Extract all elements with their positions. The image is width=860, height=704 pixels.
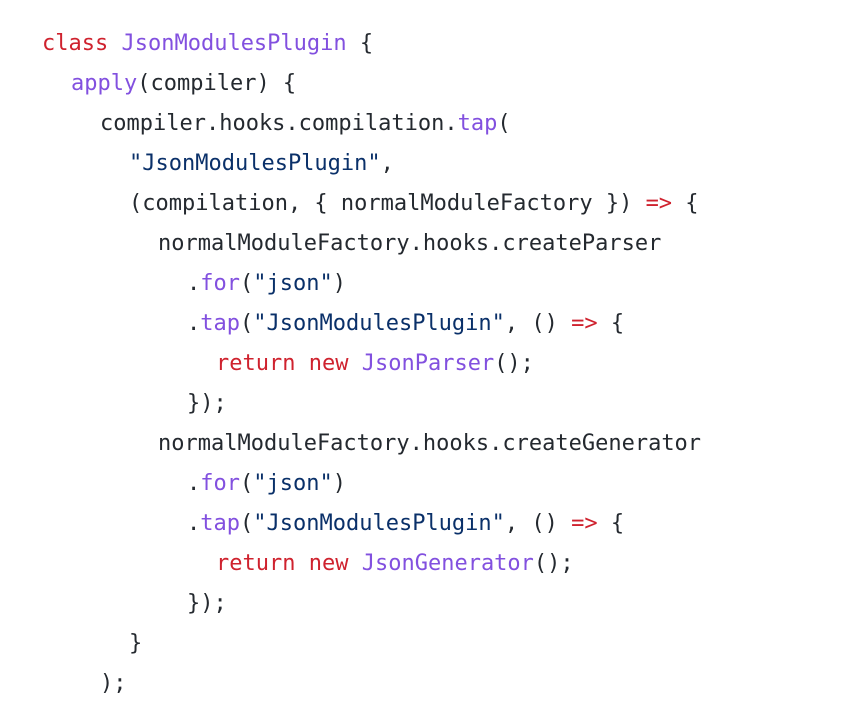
code-line: }); xyxy=(42,584,842,624)
code-token-plain: ) xyxy=(332,471,346,496)
code-token-plain: , () xyxy=(504,311,572,336)
code-line: ); xyxy=(42,664,842,704)
code-token-plain: (compiler) { xyxy=(137,71,297,96)
code-token-plain: normalModuleFactory.hooks.createGenerato… xyxy=(158,431,702,456)
code-token-plain: { xyxy=(597,511,625,536)
code-token-string: "JsonModulesPlugin" xyxy=(253,311,505,336)
code-token-plain: , xyxy=(380,151,394,176)
code-token-plain: ) xyxy=(332,271,346,296)
code-token-plain: }); xyxy=(187,591,227,616)
code-token-string: "JsonModulesPlugin" xyxy=(129,151,381,176)
code-token-plain: compiler.hooks.compilation. xyxy=(100,111,458,136)
code-token-function: JsonParser xyxy=(361,351,495,376)
code-token-plain: ( xyxy=(240,311,254,336)
code-token-plain: (compilation, { normalModuleFactory }) xyxy=(129,191,646,216)
code-line: return new JsonGenerator(); xyxy=(42,544,842,584)
code-token-function: tap xyxy=(200,311,240,336)
code-token-function: JsonGenerator xyxy=(361,551,534,576)
code-token-keyword: => xyxy=(645,191,673,216)
code-token-plain: . xyxy=(187,511,201,536)
code-line: } xyxy=(42,624,842,664)
code-line: return new JsonParser(); xyxy=(42,344,842,384)
code-token-string: "json" xyxy=(253,271,333,296)
code-line: compiler.hooks.compilation.tap( xyxy=(42,104,842,144)
code-line: (compilation, { normalModuleFactory }) =… xyxy=(42,184,842,224)
code-token-plain: , () xyxy=(504,511,572,536)
code-token-keyword: new xyxy=(308,551,349,576)
code-token-plain: normalModuleFactory.hooks.createParser xyxy=(158,231,662,256)
code-token-function: tap xyxy=(200,511,240,536)
code-token-keyword: => xyxy=(571,511,598,536)
code-token-string: "JsonModulesPlugin" xyxy=(253,511,505,536)
code-token-plain: { xyxy=(346,31,374,56)
code-token-plain: (); xyxy=(494,351,534,376)
code-token-plain: { xyxy=(597,311,625,336)
code-token-plain: ( xyxy=(240,471,254,496)
code-token-function: apply xyxy=(71,71,138,96)
code-token-string: "json" xyxy=(253,471,333,496)
code-token-plain: { xyxy=(672,191,699,216)
code-token-plain: ( xyxy=(497,111,511,136)
code-view: class JsonModulesPlugin {apply(compiler)… xyxy=(42,24,842,704)
code-line: .for("json") xyxy=(42,464,842,504)
code-line: apply(compiler) { xyxy=(42,64,842,104)
code-token-keyword: return xyxy=(216,551,296,576)
code-line: class JsonModulesPlugin { xyxy=(42,24,842,64)
code-token-plain: . xyxy=(187,311,201,336)
code-token-keyword: class xyxy=(42,31,109,56)
code-token-function: for xyxy=(200,471,240,496)
code-line: "JsonModulesPlugin", xyxy=(42,144,842,184)
code-token-plain: . xyxy=(187,471,201,496)
code-line: normalModuleFactory.hooks.createGenerato… xyxy=(42,424,842,464)
code-token-keyword: new xyxy=(308,351,349,376)
code-token-function: for xyxy=(200,271,240,296)
code-token-plain: } xyxy=(129,631,143,656)
code-token-plain: . xyxy=(187,271,201,296)
code-token-keyword: => xyxy=(571,311,598,336)
code-line: .tap("JsonModulesPlugin", () => { xyxy=(42,304,842,344)
code-token-plain: ( xyxy=(240,271,254,296)
code-token-plain: }); xyxy=(187,391,227,416)
code-line: .tap("JsonModulesPlugin", () => { xyxy=(42,504,842,544)
code-token-plain: ( xyxy=(240,511,254,536)
code-token-keyword: return xyxy=(216,351,296,376)
code-token-function: JsonModulesPlugin xyxy=(121,31,347,56)
code-line: normalModuleFactory.hooks.createParser xyxy=(42,224,842,264)
code-token-plain: (); xyxy=(533,551,574,576)
code-token-function: tap xyxy=(457,111,498,136)
code-line: }); xyxy=(42,384,842,424)
code-line: .for("json") xyxy=(42,264,842,304)
code-token-plain: ); xyxy=(100,671,127,696)
